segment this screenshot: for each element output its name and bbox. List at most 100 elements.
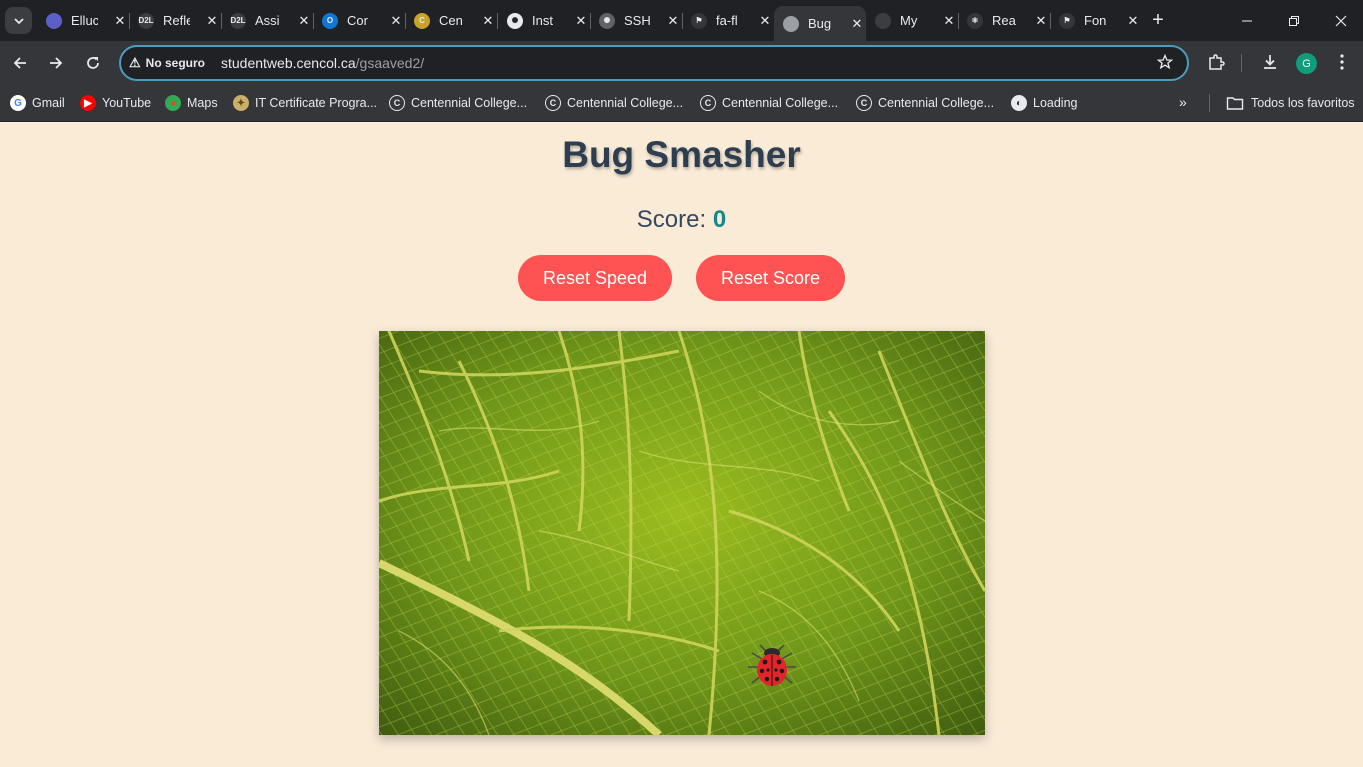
google-icon: G	[10, 95, 26, 111]
certificate-icon: ✦	[233, 95, 249, 111]
outlook-icon: O	[322, 12, 338, 29]
close-tab-icon[interactable]: ✕	[206, 13, 218, 29]
tab-2[interactable]: D2L Refle ✕	[129, 6, 221, 35]
close-tab-icon[interactable]: ✕	[759, 13, 771, 29]
close-tab-icon[interactable]: ✕	[1035, 13, 1047, 29]
bookmarks-bar: G Gmail ▶ YouTube ● Maps ✦ IT Certificate Progr…	[0, 85, 1363, 122]
close-tab-icon[interactable]: ✕	[943, 13, 955, 29]
more-vert-icon	[1340, 54, 1344, 70]
tab-title: My	[900, 13, 918, 28]
bookmark-label: YouTube	[102, 96, 152, 110]
warning-icon: ⚠	[129, 55, 141, 70]
tab-title: SSH	[624, 13, 651, 28]
bookmark-item[interactable]: ● Maps	[165, 94, 218, 112]
tab-title: Bug	[808, 16, 832, 31]
close-tab-icon[interactable]: ✕	[851, 16, 863, 32]
close-tab-icon[interactable]: ✕	[298, 13, 310, 29]
globe-icon: ◐	[1011, 95, 1027, 111]
profile-avatar[interactable]: G	[1296, 53, 1317, 74]
tab-title: Rea	[992, 13, 1016, 28]
ladybug-icon[interactable]	[744, 643, 800, 691]
extensions-button[interactable]	[1207, 53, 1225, 76]
tab-title: Fon	[1084, 13, 1107, 28]
bookmark-item[interactable]: C Centennial College...	[700, 94, 838, 112]
all-bookmarks-folder[interactable]: Todos los favoritos	[1226, 94, 1355, 112]
menu-button[interactable]	[1336, 53, 1348, 76]
tab-10[interactable]: My ✕	[866, 6, 958, 35]
tab-9[interactable]: Bug ✕	[774, 6, 866, 41]
tab-title: Cen	[439, 13, 463, 28]
bookmark-item[interactable]: C Centennial College...	[389, 94, 527, 112]
bookmark-item[interactable]: ✦ IT Certificate Progra...	[233, 94, 377, 112]
tab-3[interactable]: D2L Assi ✕	[221, 6, 313, 35]
close-tab-icon[interactable]: ✕	[1127, 13, 1139, 29]
star-icon	[1156, 53, 1174, 70]
page-content: Bug Smasher Score: 0 Reset Speed Reset S…	[0, 122, 1363, 767]
tab-title: Refle	[163, 13, 190, 28]
centennial-icon: C	[414, 12, 430, 29]
address-bar[interactable]: ⚠ No seguro studentweb.cencol.ca/gsaaved…	[119, 45, 1189, 81]
bookmark-label: Centennial College...	[878, 96, 995, 110]
reload-button[interactable]	[80, 50, 106, 76]
bookmark-item[interactable]: C Centennial College...	[545, 94, 683, 112]
restore-icon	[1289, 15, 1299, 26]
forward-button[interactable]	[43, 50, 69, 76]
bookmark-item[interactable]: G Gmail	[10, 94, 65, 112]
close-tab-icon[interactable]: ✕	[114, 13, 126, 29]
tab-7[interactable]: ✺ SSH ✕	[590, 6, 682, 35]
flag-icon: ⚑	[691, 12, 707, 29]
bookmark-label: IT Certificate Progra...	[255, 96, 378, 110]
tab-title: Assi	[255, 13, 280, 28]
tab-8[interactable]: ⚑ fa-fl ✕	[682, 6, 774, 35]
tab-strip: Elluc ✕ D2L Refle ✕ D2L Assi ✕ O Cor ✕ C Cen ✕ ✺ Inst ✕ ✺…	[0, 0, 1363, 41]
site-info-button[interactable]: ⚠ No seguro	[129, 55, 205, 71]
arrow-left-icon	[13, 57, 26, 69]
page-title: Bug Smasher	[562, 134, 801, 175]
tab-12[interactable]: ⚑ Fon ✕	[1050, 6, 1142, 35]
ellucian-icon	[46, 12, 62, 29]
tab-search-button[interactable]	[5, 7, 32, 34]
score-value: 0	[712, 206, 727, 233]
leaf-background-image	[379, 331, 985, 735]
bookmarks-divider	[1209, 94, 1210, 112]
reset-speed-button[interactable]: Reset Speed	[518, 255, 672, 301]
reset-score-button[interactable]: Reset Score	[696, 255, 845, 301]
tab-4[interactable]: O Cor ✕	[313, 6, 405, 35]
close-tab-icon[interactable]: ✕	[390, 13, 402, 29]
downloads-button[interactable]	[1261, 53, 1279, 76]
arrow-right-icon	[50, 57, 63, 69]
new-tab-button[interactable]: +	[1148, 8, 1168, 32]
tab-1[interactable]: Elluc ✕	[37, 6, 129, 35]
tab-11[interactable]: ⚛ Rea ✕	[958, 6, 1050, 35]
bookmark-star-button[interactable]	[1156, 53, 1174, 75]
bookmark-label: Gmail	[32, 96, 65, 110]
close-tab-icon[interactable]: ✕	[667, 13, 679, 29]
toolbar-divider	[1241, 54, 1242, 72]
close-icon	[1335, 15, 1347, 26]
url-path: /gsaaved2/	[355, 55, 425, 71]
bookmark-item[interactable]: ▶ YouTube	[80, 94, 151, 112]
more-bookmarks-button[interactable]: »	[1179, 94, 1187, 110]
tab-5[interactable]: C Cen ✕	[405, 6, 497, 35]
back-button[interactable]	[7, 50, 33, 76]
react-icon: ⚛	[967, 12, 983, 29]
globe-icon	[783, 15, 799, 32]
download-icon	[1264, 55, 1276, 69]
close-window-button[interactable]	[1318, 0, 1363, 41]
tab-6[interactable]: ✺ Inst ✕	[498, 6, 590, 35]
close-tab-icon[interactable]: ✕	[575, 13, 587, 29]
folder-icon	[1226, 97, 1244, 110]
github-icon	[875, 12, 891, 29]
centennial-icon: C	[856, 95, 872, 111]
minimize-button[interactable]	[1224, 0, 1270, 41]
tab-title: Inst	[532, 13, 553, 28]
tab-title: Elluc	[71, 13, 98, 28]
bookmark-item[interactable]: ◐ Loading	[1011, 94, 1078, 112]
game-canvas[interactable]	[379, 331, 985, 735]
url-text[interactable]: studentweb.cencol.ca/gsaaved2/	[221, 55, 424, 71]
d2l-icon: D2L	[230, 12, 246, 29]
restore-button[interactable]	[1271, 0, 1317, 41]
close-tab-icon[interactable]: ✕	[482, 13, 494, 29]
centennial-icon: C	[545, 95, 561, 111]
bookmark-item[interactable]: C Centennial College...	[856, 94, 994, 112]
